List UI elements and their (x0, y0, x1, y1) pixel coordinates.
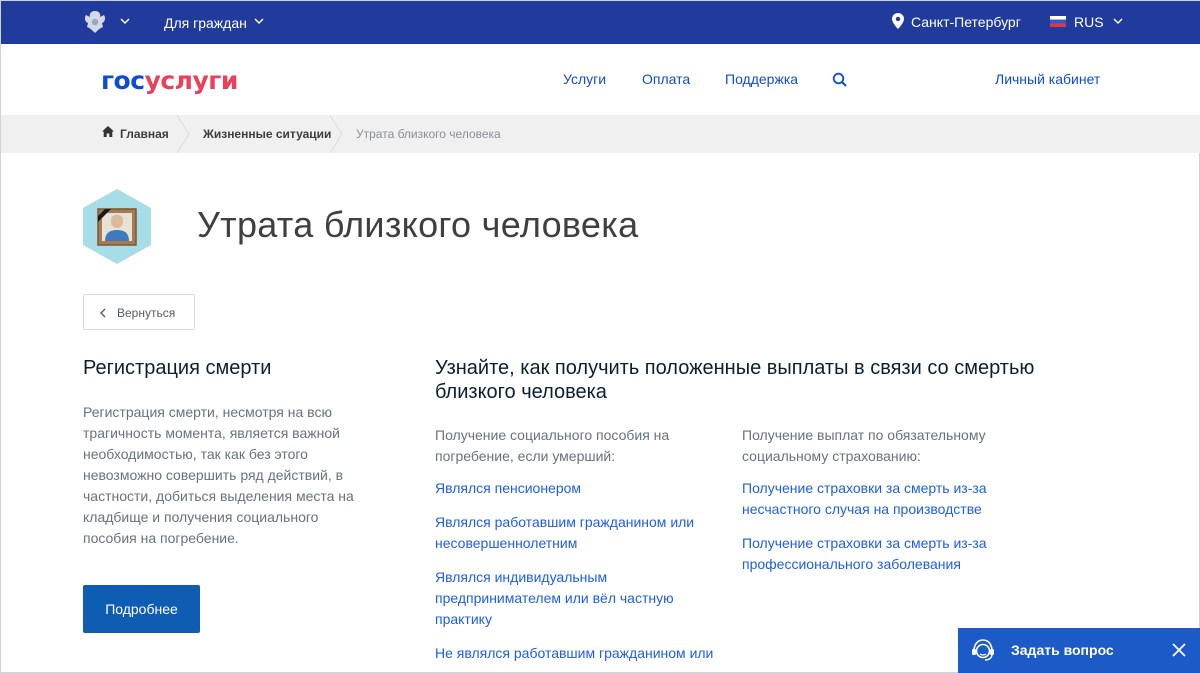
link-pensioner[interactable]: Являлся пенсионером (435, 478, 725, 499)
nav-support[interactable]: Поддержка (725, 71, 798, 87)
section-description: Регистрация смерти, несмотря на всю траг… (83, 404, 354, 546)
mourning-portrait-icon (83, 189, 151, 264)
more-button[interactable]: Подробнее (83, 585, 200, 633)
link-employed-or-minor[interactable]: Являлся работавшим гражданином или несов… (435, 512, 725, 554)
headset-support-icon (972, 639, 994, 661)
main-header: госуслуги Услуги Оплата Поддержка Личный… (1, 44, 1200, 115)
ask-question-widget[interactable]: Задать вопрос (958, 628, 1200, 673)
russia-flag-icon (1050, 16, 1066, 27)
coat-of-arms-icon[interactable] (81, 9, 109, 35)
nav-payment[interactable]: Оплата (642, 71, 690, 87)
back-button-label: Вернуться (117, 306, 176, 320)
city-selector[interactable]: Санкт-Петербург (911, 14, 1021, 30)
top-bar: Для граждан Санкт-Петербург RUS (1, 1, 1200, 44)
nav-services[interactable]: Услуги (563, 71, 606, 87)
breadcrumb-separator (329, 115, 343, 153)
chevron-left-icon (100, 308, 106, 318)
breadcrumb-home[interactable]: Главная (120, 127, 169, 141)
link-entrepreneur[interactable]: Являлся индивидуальным предпринимателем … (435, 567, 725, 630)
ask-question-label: Задать вопрос (1011, 642, 1114, 658)
close-icon[interactable] (1171, 642, 1187, 658)
chevron-down-icon[interactable] (120, 16, 130, 26)
search-icon[interactable] (832, 72, 848, 88)
payments-heading: Узнайте, как получить положенные выплаты… (435, 357, 1035, 403)
logo-part-gos: гос (101, 66, 145, 95)
audience-selector[interactable]: Для граждан (164, 15, 247, 31)
section-title: Регистрация смерти (83, 357, 272, 379)
chevron-down-icon[interactable] (254, 16, 264, 26)
back-button[interactable]: Вернуться (83, 294, 195, 330)
chevron-down-icon[interactable] (1113, 16, 1123, 26)
social-insurance-column: Получение выплат по обязательному социал… (742, 425, 1032, 588)
gosuslugi-logo[interactable]: госуслуги (101, 66, 238, 95)
breadcrumb-separator (176, 115, 190, 153)
logo-part-uslugi: услуги (144, 66, 239, 95)
page-title: Утрата близкого человека (197, 204, 639, 245)
language-selector[interactable]: RUS (1074, 14, 1104, 30)
link-unemployed[interactable]: Не являлся работавшим гражданином или (435, 643, 725, 664)
link-accident-insurance[interactable]: Получение страховки за смерть из-за несч… (742, 478, 1032, 520)
home-icon[interactable] (102, 126, 114, 137)
column-intro: Получение социального пособия на погребе… (435, 427, 670, 464)
burial-allowance-column: Получение социального пособия на погребе… (435, 425, 725, 673)
personal-account-link[interactable]: Личный кабинет (995, 71, 1100, 87)
location-pin-icon (892, 13, 904, 29)
breadcrumb-life-situations[interactable]: Жизненные ситуации (203, 127, 331, 141)
column-intro: Получение выплат по обязательному социал… (742, 427, 986, 464)
link-occupational-disease-insurance[interactable]: Получение страховки за смерть из-за проф… (742, 533, 1032, 575)
breadcrumb-current: Утрата близкого человека (356, 127, 501, 141)
